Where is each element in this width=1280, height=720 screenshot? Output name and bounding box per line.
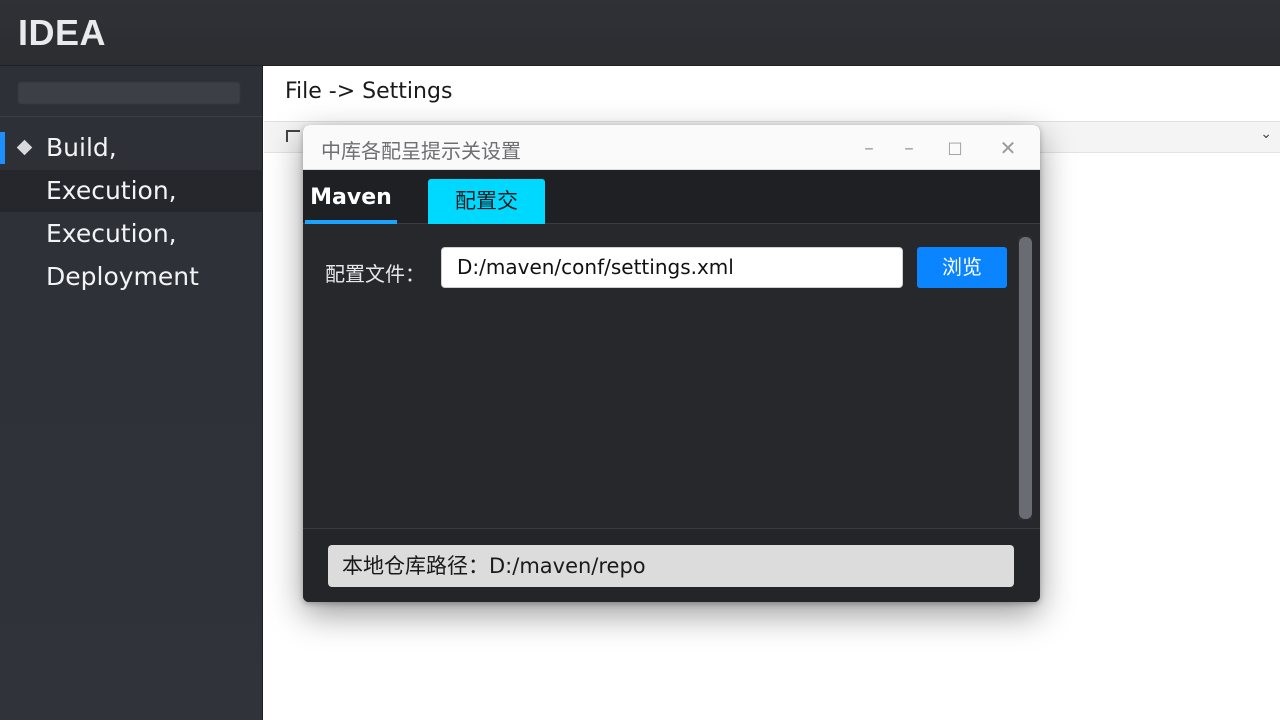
close-icon[interactable]: ✕ — [993, 133, 1023, 163]
settings-file-input[interactable]: D:/maven/conf/settings.xml — [441, 247, 903, 288]
dialog-titlebar: 中库各配呈提示关设置 – – □ ✕ — [303, 125, 1040, 170]
sidebar-item-build[interactable]: Build, — [0, 127, 263, 169]
sidebar-search-input[interactable] — [18, 82, 240, 104]
sidebar-item-execution-2[interactable]: Execution, — [0, 213, 263, 255]
dialog-title: 中库各配呈提示关设置 — [321, 139, 521, 163]
settings-file-label: 配置文件： — [325, 262, 425, 286]
settings-sidebar: Build, Execution, Execution, Deployment — [0, 66, 263, 720]
browse-button[interactable]: 浏览 — [917, 247, 1007, 288]
tab-maven[interactable]: Maven — [305, 176, 397, 224]
breadcrumb: File -> Settings — [285, 79, 453, 104]
scrollbar-thumb[interactable] — [1019, 237, 1032, 519]
dialog-footer: 本地仓库路径：D:/maven/repo — [303, 528, 1040, 602]
chevron-down-icon[interactable]: ⌄ — [1260, 126, 1272, 142]
tab-config[interactable]: 配置交 — [428, 179, 545, 224]
app-logo: IDEA — [18, 12, 107, 53]
minimize-icon[interactable]: – — [854, 133, 884, 163]
sidebar-item-deployment[interactable]: Deployment — [0, 256, 263, 298]
minimize-icon[interactable]: – — [894, 133, 924, 163]
dialog-tabs: Maven 配置交 — [303, 170, 1040, 224]
local-repo-status: 本地仓库路径：D:/maven/repo — [328, 545, 1014, 587]
dialog-body: 配置文件： D:/maven/conf/settings.xml 浏览 — [303, 224, 1040, 528]
sidebar-item-execution[interactable]: Execution, — [0, 170, 263, 212]
maven-settings-dialog: 中库各配呈提示关设置 – – □ ✕ Maven 配置交 配置文件： D:/ma… — [303, 125, 1040, 602]
app-header: IDEA — [0, 0, 1280, 66]
toolbar-corner-icon[interactable] — [286, 130, 300, 142]
maximize-icon[interactable]: □ — [940, 133, 970, 163]
sidebar-divider — [0, 116, 263, 117]
